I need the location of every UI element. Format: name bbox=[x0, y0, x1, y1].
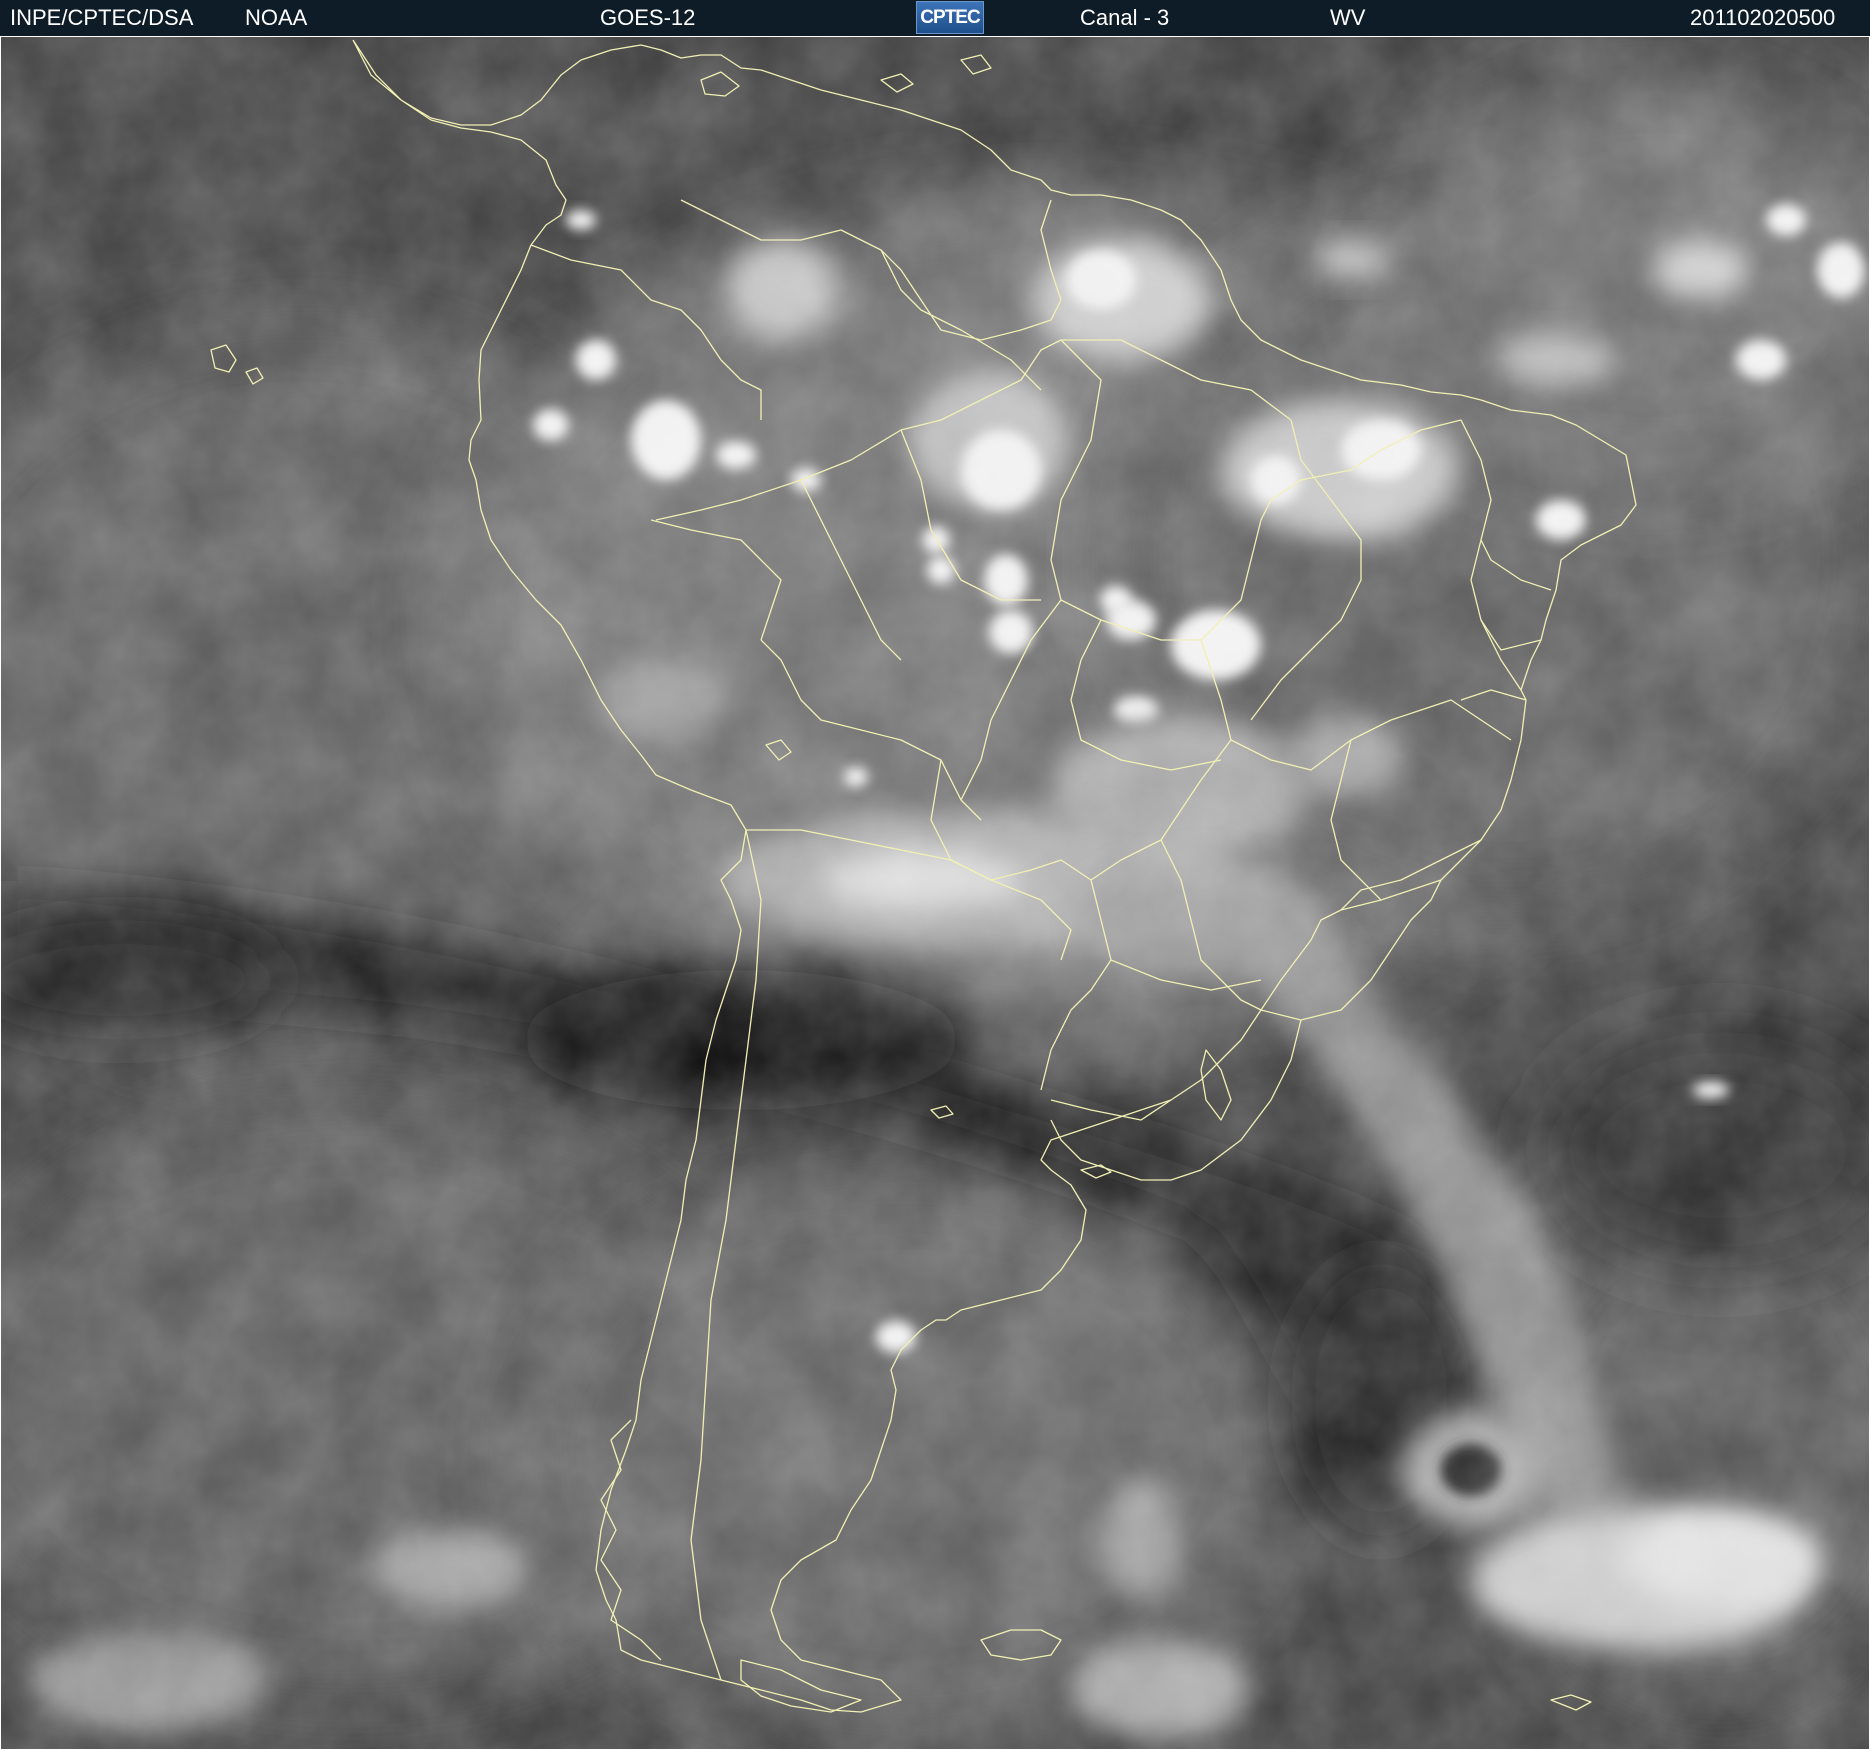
band-label: WV bbox=[1330, 5, 1366, 30]
logo-text: CPTEC bbox=[920, 7, 980, 28]
agency-label: INPE/CPTEC/DSA bbox=[10, 5, 194, 30]
satellite-label: GOES-12 bbox=[600, 5, 696, 30]
satellite-map-svg bbox=[1, 37, 1869, 1749]
channel-label: Canal - 3 bbox=[1080, 5, 1170, 30]
cptec-logo: CPTEC bbox=[916, 1, 984, 34]
provider-label: NOAA bbox=[245, 5, 308, 30]
timestamp-label: 201102020500 bbox=[1690, 5, 1836, 30]
texture-overlay bbox=[1, 37, 1869, 1749]
header-bar: INPE/CPTEC/DSA NOAA GOES-12 CPTEC Canal … bbox=[0, 0, 1870, 36]
satellite-image bbox=[1, 37, 1869, 1749]
